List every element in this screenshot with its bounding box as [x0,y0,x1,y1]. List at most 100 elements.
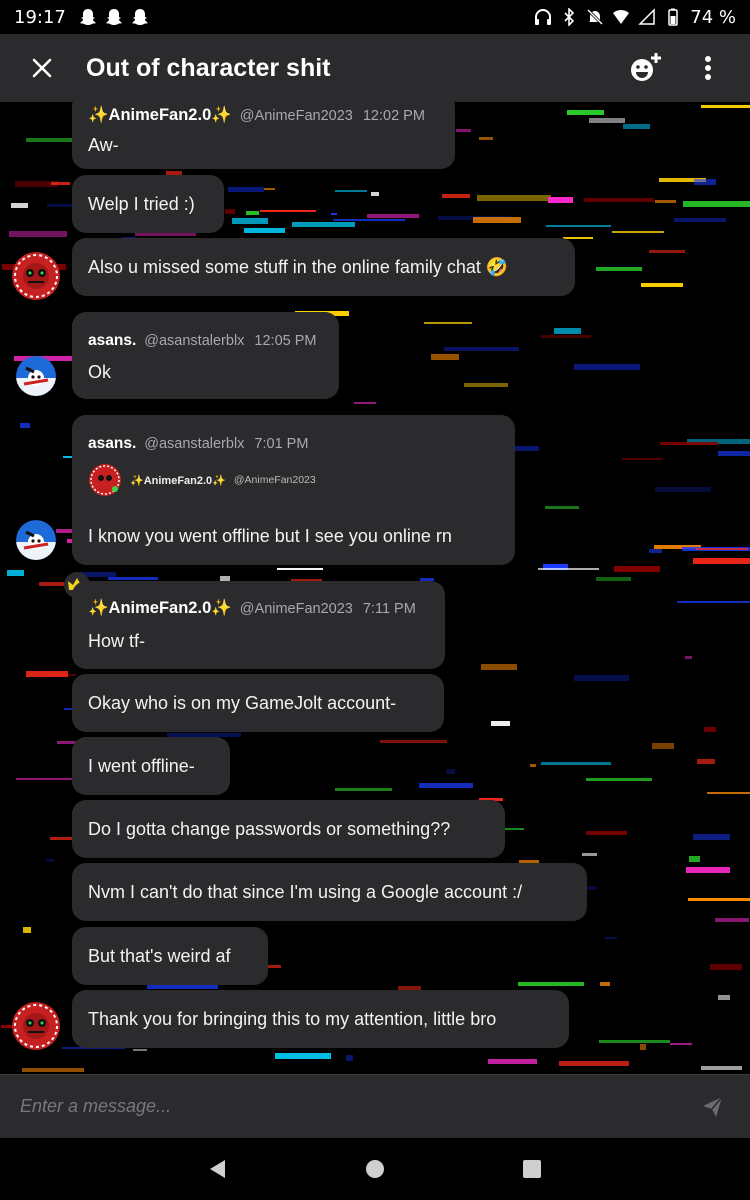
glitch-streak [567,110,604,115]
glitch-streak [584,198,654,202]
home-button[interactable] [355,1149,395,1189]
message-meta: ✨AnimeFan2.0✨ @AnimeFan2023 12:02 PM [88,106,425,125]
message-text: Aw- [88,135,119,155]
author-name[interactable]: ✨AnimeFan2.0✨ [88,106,232,124]
message-bubble[interactable]: Do I gotta change passwords or something… [72,800,505,858]
glitch-streak [655,487,711,492]
recents-square-icon [522,1160,541,1178]
glitch-streak [232,218,268,224]
message-bubble[interactable]: Also u missed some stuff in the online f… [72,238,575,296]
author-name[interactable]: ✨AnimeFan2.0✨ [88,599,232,617]
avatar[interactable] [16,356,56,396]
message-meta: ✨AnimeFan2.0✨ @AnimeFan2023 7:11 PM [88,599,416,618]
glitch-streak [346,1055,353,1061]
glitch-streak [641,283,683,287]
quote-avatar [89,464,121,496]
glitch-streak [479,137,493,140]
back-triangle-icon [210,1160,226,1178]
message-bubble[interactable]: Okay who is on my GameJolt account- [72,674,444,732]
notifications-off-icon [587,8,604,26]
avatar[interactable] [12,1002,60,1050]
message-bubble[interactable]: But that's weird af [72,927,268,985]
message-bubble[interactable]: Welp I tried :) [72,175,224,233]
chat-header: Out of character shit [0,34,750,102]
glitch-streak [333,219,405,221]
back-button[interactable] [198,1149,238,1189]
message-composer[interactable]: Enter a message... [0,1074,750,1138]
glitch-streak [697,759,715,764]
glitch-streak [600,982,610,986]
recents-button[interactable] [512,1149,552,1189]
glitch-streak [335,788,392,791]
glitch-streak [225,209,235,214]
message-text: Thank you for bringing this to my attent… [88,1009,497,1029]
message-list[interactable]: ✨AnimeFan2.0✨ @AnimeFan2023 12:02 PM Aw- W… [0,102,750,1074]
message-text: Do I gotta change passwords or something… [88,819,451,839]
message-text: I went offline- [88,756,195,776]
more-options-button[interactable] [688,48,728,88]
glitch-streak [11,203,28,208]
wifi-icon [613,9,630,24]
glitch-streak [622,458,663,460]
glitch-streak [582,853,597,856]
status-time: 19:17 [14,6,66,28]
glitch-streak [574,364,640,370]
glitch-streak [701,105,750,108]
glitch-streak [689,856,700,862]
message-bubble[interactable]: Nvm I can't do that since I'm using a Go… [72,863,587,921]
author-name[interactable]: asans. [88,435,136,452]
message-text: But that's weird af [88,946,231,966]
glitch-streak [7,570,24,576]
message-bubble[interactable]: I went offline- [72,737,230,795]
glitch-streak [612,231,664,233]
glitch-streak [649,549,662,553]
glitch-streak [424,322,472,324]
message-bubble[interactable]: ✨AnimeFan2.0✨ @AnimeFan2023 7:11 PM How tf… [72,581,445,669]
message-bubble[interactable]: asans. @asanstalerblx 7:01 PM ✨AnimeFan2.0… [72,415,515,565]
glitch-streak [380,740,447,743]
quote-author-handle: @AnimeFan2023 [233,474,316,486]
glitch-streak [23,927,31,933]
author-handle: @AnimeFan2023 [239,601,353,617]
add-member-button[interactable] [626,48,666,88]
avatar[interactable] [16,520,56,560]
glitch-streak [707,792,750,794]
glitch-streak [652,743,674,749]
glitch-streak [331,213,337,215]
send-icon [703,1096,723,1117]
close-button[interactable] [22,48,62,88]
glitch-streak [655,200,676,203]
glitch-streak [264,188,275,190]
glitch-streak [677,601,750,603]
avatar-image [16,356,56,396]
glitch-streak [589,118,625,123]
glitch-streak [246,211,259,215]
glitch-streak [623,124,650,129]
avatar[interactable] [12,252,60,300]
avatar-image [16,520,56,560]
glitch-streak [260,210,316,212]
message-bubble[interactable]: asans. @asanstalerblx 12:05 PM Ok [72,312,339,399]
glitch-streak [605,937,617,939]
message-text: Also u missed some stuff in the online f… [88,257,509,277]
message-bubble[interactable]: Thank you for bringing this to my attent… [72,990,569,1048]
message-time: 7:01 PM [254,436,309,452]
message-text: Nvm I can't do that since I'm using a Go… [88,882,523,902]
glitch-streak [718,995,730,1000]
author-name[interactable]: asans. [88,332,136,349]
glitch-streak [649,250,685,253]
glitch-streak [596,267,642,271]
glitch-streak [481,664,517,670]
glitch-streak [596,577,631,581]
send-button[interactable] [694,1089,730,1125]
message-text: I know you went offline but I see you on… [88,526,452,546]
glitch-streak [701,1066,742,1070]
message-bubble[interactable]: ✨AnimeFan2.0✨ @AnimeFan2023 12:02 PM Aw- [72,102,455,169]
battery-percent: 74 % [690,6,736,28]
message-text: Ok [88,362,112,382]
reply-quote[interactable]: ✨AnimeFan2.0✨ @AnimeFan2023 [88,463,316,497]
close-icon [32,58,52,78]
message-input[interactable]: Enter a message... [20,1096,171,1117]
more-vert-icon [705,56,711,80]
avatar-image [12,252,60,300]
